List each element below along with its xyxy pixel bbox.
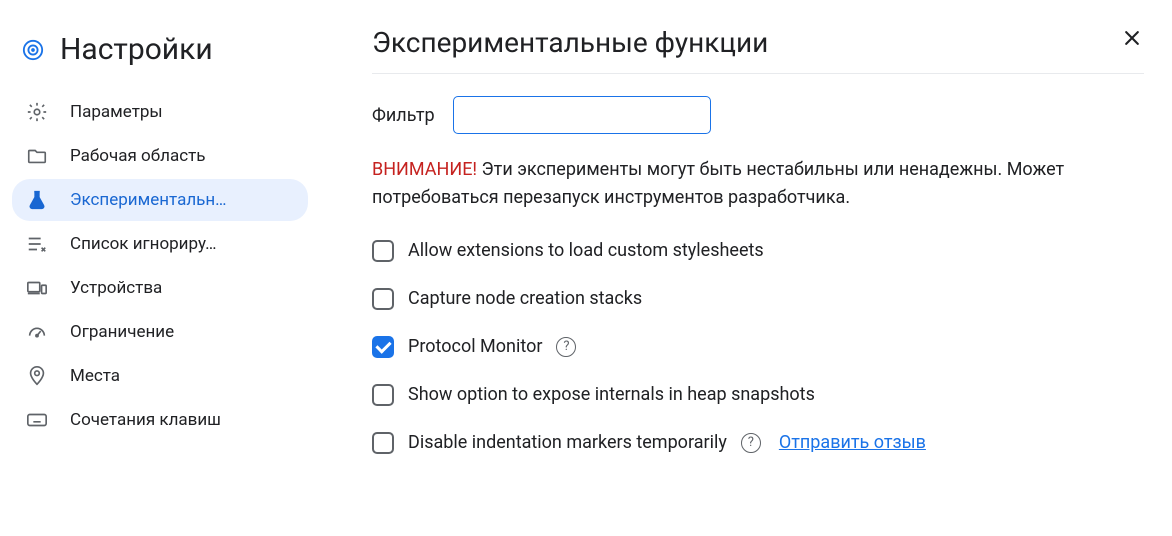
sidebar-item-ignore-list[interactable]: Список игнориру… (12, 223, 308, 265)
devtools-icon (22, 39, 44, 61)
sidebar-item-label: Места (70, 366, 120, 386)
experiment-row: Show option to expose internals in heap … (372, 384, 1144, 406)
sidebar-item-throttling[interactable]: Ограничение (12, 311, 308, 353)
experiment-label: Protocol Monitor (408, 336, 542, 357)
checkbox[interactable] (372, 384, 394, 406)
experiment-row: Capture node creation stacks (372, 288, 1144, 310)
checkbox[interactable] (372, 240, 394, 262)
sidebar-item-devices[interactable]: Устройства (12, 267, 308, 309)
filter-row: Фильтр (372, 96, 1144, 134)
sidebar-item-preferences[interactable]: Параметры (12, 91, 308, 133)
sidebar-item-label: Устройства (70, 278, 162, 298)
experiments-list: Allow extensions to load custom styleshe… (372, 240, 1144, 454)
help-icon[interactable]: ? (556, 337, 576, 357)
experiment-label: Capture node creation stacks (408, 288, 642, 309)
sidebar-item-experiments[interactable]: Экспериментальн… (12, 179, 308, 221)
gear-icon (26, 101, 48, 123)
experiment-row: Allow extensions to load custom styleshe… (372, 240, 1144, 262)
devices-icon (26, 277, 48, 299)
experiment-label: Disable indentation markers temporarily (408, 432, 727, 453)
sidebar-item-label: Список игнориру… (70, 234, 216, 254)
sidebar-item-workspace[interactable]: Рабочая область (12, 135, 308, 177)
folder-icon (26, 145, 48, 167)
sidebar-item-label: Сочетания клавиш (70, 410, 221, 430)
settings-title: Настройки (60, 32, 213, 67)
filter-label: Фильтр (372, 105, 435, 126)
warning-text: ВНИМАНИЕ! Эти эксперименты могут быть не… (372, 156, 1092, 212)
sidebar-item-label: Экспериментальн… (70, 190, 227, 210)
sidebar-item-shortcuts[interactable]: Сочетания клавиш (12, 399, 308, 441)
checkbox[interactable] (372, 432, 394, 454)
help-icon[interactable]: ? (741, 433, 761, 453)
location-icon (26, 365, 48, 387)
checkbox[interactable] (372, 288, 394, 310)
warning-label: ВНИМАНИЕ! (372, 159, 477, 180)
sidebar-item-label: Рабочая область (70, 146, 206, 166)
experiment-label: Allow extensions to load custom styleshe… (408, 240, 764, 261)
experiment-row: Protocol Monitor ? (372, 336, 1144, 358)
sidebar-item-locations[interactable]: Места (12, 355, 308, 397)
experiment-row: Disable indentation markers temporarily … (372, 432, 1144, 454)
sidebar-item-label: Ограничение (70, 322, 174, 342)
page-title: Экспериментальные функции (372, 26, 1144, 74)
sidebar: Настройки Параметры Рабочая область Эксп… (0, 0, 320, 536)
checkbox[interactable] (372, 336, 394, 358)
keyboard-icon (26, 409, 48, 431)
main-content: Экспериментальные функции Фильтр ВНИМАНИ… (320, 0, 1172, 536)
feedback-link[interactable]: Отправить отзыв (779, 432, 926, 453)
sidebar-header: Настройки (12, 20, 308, 91)
experiment-label: Show option to expose internals in heap … (408, 384, 815, 405)
sidebar-item-label: Параметры (70, 102, 163, 122)
filter-input[interactable] (453, 96, 711, 134)
gauge-icon (26, 321, 48, 343)
list-x-icon (26, 233, 48, 255)
flask-icon (26, 189, 48, 211)
